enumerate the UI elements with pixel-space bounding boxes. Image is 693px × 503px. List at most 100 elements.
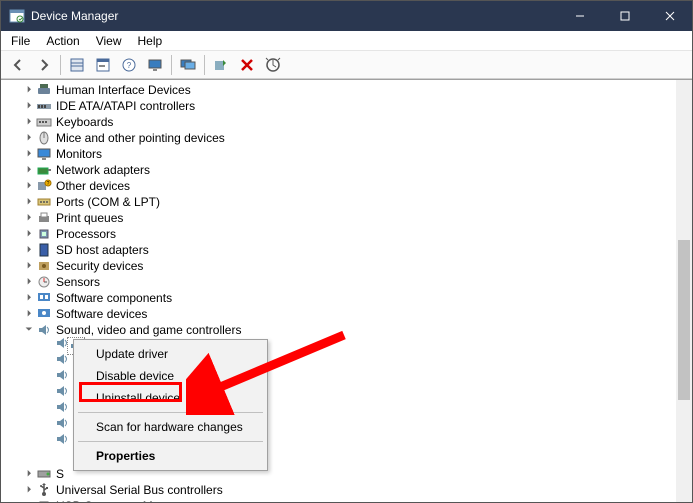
expand-icon[interactable]: ⏵	[23, 469, 35, 478]
tree-scroll[interactable]: ⏵ Human Interface Devices⏵IDE ATA/ATAPI c…	[1, 80, 676, 502]
tree-node-label: Sensors	[54, 275, 102, 289]
toolbar-separator	[204, 55, 205, 75]
tree-node[interactable]: ⏵ Human Interface Devices	[3, 82, 676, 98]
storage-icon	[36, 466, 52, 482]
tree-node-label: USB Connector Managers	[54, 499, 198, 502]
expand-icon[interactable]: ⏵	[23, 85, 35, 94]
tree-node-label: Security devices	[54, 259, 145, 273]
expand-icon[interactable]: ⏵	[23, 485, 35, 494]
expand-icon[interactable]: ⏵	[23, 245, 35, 254]
security-icon	[36, 258, 52, 274]
sound-device-icon	[54, 335, 70, 351]
ctx-disable-device[interactable]: Disable device	[76, 365, 265, 387]
tree-node-label: Monitors	[54, 147, 104, 161]
toolbar-back-button[interactable]	[6, 53, 30, 77]
minimize-button[interactable]	[557, 1, 602, 31]
collapse-icon[interactable]: ⏷	[23, 325, 35, 334]
tree-node-label: S	[54, 467, 66, 481]
expand-icon[interactable]: ⏵	[23, 101, 35, 110]
ctx-scan-hardware[interactable]: Scan for hardware changes	[76, 416, 265, 438]
maximize-button[interactable]	[602, 1, 647, 31]
toolbar	[1, 51, 692, 79]
toolbar-scan-hardware-button[interactable]	[261, 53, 285, 77]
menu-help[interactable]: Help	[130, 32, 171, 50]
expand-icon[interactable]: ⏵	[23, 181, 35, 190]
expand-icon[interactable]: ⏵	[23, 213, 35, 222]
tree-node-label: Sound, video and game controllers	[54, 323, 243, 337]
menu-view[interactable]: View	[88, 32, 130, 50]
tree-node-label: Other devices	[54, 179, 132, 193]
expand-icon[interactable]: ⏵	[23, 165, 35, 174]
close-button[interactable]	[647, 1, 692, 31]
tree-node-label: Software devices	[54, 307, 149, 321]
menu-action[interactable]: Action	[38, 32, 87, 50]
toolbar-update-driver-button[interactable]	[209, 53, 233, 77]
expand-icon[interactable]: ⏵	[23, 277, 35, 286]
hid-icon	[36, 82, 52, 98]
tree-node[interactable]: ⏵ Monitors	[3, 146, 676, 162]
window-title: Device Manager	[31, 9, 118, 23]
expand-icon[interactable]: ⏵	[23, 149, 35, 158]
tree-node-label: Processors	[54, 227, 118, 241]
scrollbar-thumb[interactable]	[678, 240, 690, 400]
toolbar-show-hide-console-button[interactable]	[65, 53, 89, 77]
expand-icon[interactable]: ⏵	[23, 133, 35, 142]
keyboard-icon	[36, 114, 52, 130]
menu-file[interactable]: File	[3, 32, 38, 50]
toolbar-forward-button[interactable]	[32, 53, 56, 77]
tree-node[interactable]: ⏵ Sensors	[3, 274, 676, 290]
tree-node[interactable]: ⏵IDE ATA/ATAPI controllers	[3, 98, 676, 114]
child-device-icons	[54, 335, 70, 447]
tree-node[interactable]: ⏵ U​niversal Serial Bus controllers	[3, 482, 676, 498]
toolbar-properties-button[interactable]	[91, 53, 115, 77]
tree-node[interactable]: ⏵ SD host adapters	[3, 242, 676, 258]
content-area: ⏵ Human Interface Devices⏵IDE ATA/ATAPI c…	[1, 79, 692, 502]
tree-node[interactable]: ⏵Software components	[3, 290, 676, 306]
ctx-uninstall-device[interactable]: Uninstall device	[76, 387, 265, 409]
tree-node[interactable]: ⏵ Keyboards	[3, 114, 676, 130]
ctx-update-driver[interactable]: Update driver	[76, 343, 265, 365]
ctx-properties[interactable]: Properties	[76, 445, 265, 467]
tree-node-label: U​niversal Serial Bus controllers	[54, 483, 225, 497]
tree-node[interactable]: ⏵Ports (COM & LPT)	[3, 194, 676, 210]
expand-icon[interactable]: ⏵	[23, 197, 35, 206]
tree-node-label: Print queues	[54, 211, 125, 225]
cpu-icon	[36, 226, 52, 242]
tree-node-label: SD host adapters	[54, 243, 151, 257]
toolbar-help-button[interactable]	[117, 53, 141, 77]
sound-device-icon	[54, 351, 70, 367]
expand-icon[interactable]: ⏵	[23, 261, 35, 270]
expand-icon[interactable]: ⏵	[23, 501, 35, 503]
toolbar-action-button[interactable]	[143, 53, 167, 77]
sound-device-icon	[54, 367, 70, 383]
expand-icon[interactable]: ⏵	[23, 229, 35, 238]
vertical-scrollbar[interactable]	[676, 80, 692, 502]
toolbar-view-button[interactable]	[176, 53, 200, 77]
expand-icon[interactable]: ⏵	[23, 309, 35, 318]
tree-node[interactable]: ⏵ Security devices	[3, 258, 676, 274]
monitor-icon	[36, 146, 52, 162]
tree-node-label: Human Interface Devices	[54, 83, 193, 97]
swdev-icon	[36, 306, 52, 322]
tree-node-label: Mice and other pointing devices	[54, 131, 227, 145]
titlebar: Device Manager	[1, 1, 692, 31]
tree-node[interactable]: ⏷ Sound, video and game controllers	[3, 322, 676, 338]
tree-node[interactable]: ⏵ Mice and other pointing devices	[3, 130, 676, 146]
sound-device-icon	[54, 383, 70, 399]
network-icon	[36, 162, 52, 178]
usbconn-icon	[36, 498, 52, 502]
menubar: File Action View Help	[1, 31, 692, 51]
expand-icon[interactable]: ⏵	[23, 293, 35, 302]
expand-icon[interactable]: ⏵	[23, 117, 35, 126]
tree-node-label: Keyboards	[54, 115, 115, 129]
usb-icon	[36, 482, 52, 498]
tree-node[interactable]: ⏵ Processors	[3, 226, 676, 242]
tree-node[interactable]: ⏵Network adapters	[3, 162, 676, 178]
sound-icon	[36, 322, 52, 338]
toolbar-uninstall-button[interactable]	[235, 53, 259, 77]
tree-node[interactable]: ⏵ Software devices	[3, 306, 676, 322]
tree-node[interactable]: ⏵ Print queues	[3, 210, 676, 226]
tree-node[interactable]: ⏵ Other devices	[3, 178, 676, 194]
mouse-icon	[36, 130, 52, 146]
tree-node[interactable]: ⏵ USB Connector Managers	[3, 498, 676, 502]
